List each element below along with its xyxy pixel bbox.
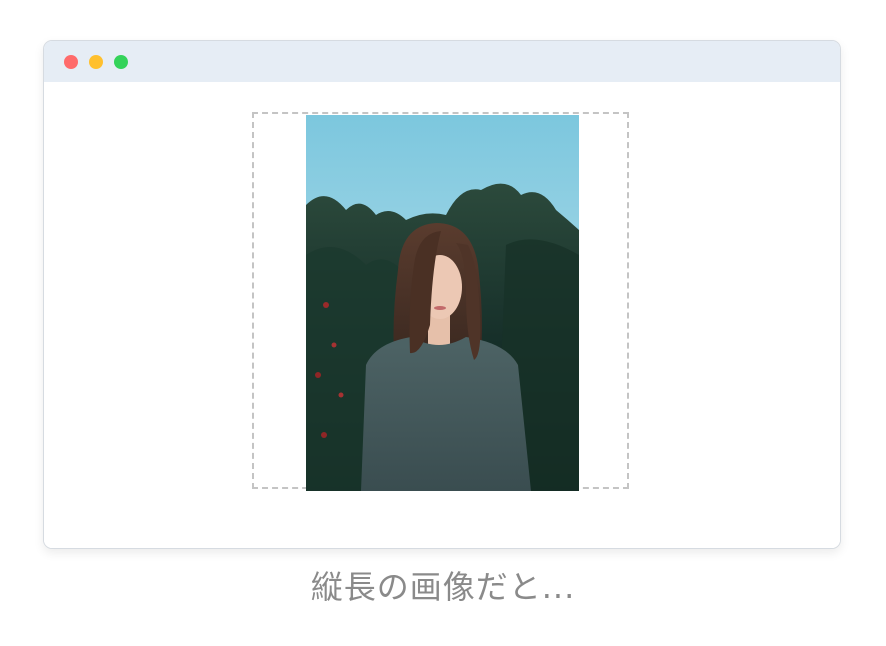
- browser-window-mockup: [43, 40, 841, 549]
- image-container-frame: [252, 112, 629, 491]
- close-dot-icon: [64, 55, 78, 69]
- portrait-photo: [306, 115, 579, 491]
- minimize-dot-icon: [89, 55, 103, 69]
- stage: 縦長の画像だと...: [0, 0, 886, 646]
- caption-text: 縦長の画像だと...: [310, 568, 576, 606]
- maximize-dot-icon: [114, 55, 128, 69]
- window-content: [44, 82, 840, 548]
- window-titlebar: [44, 41, 840, 82]
